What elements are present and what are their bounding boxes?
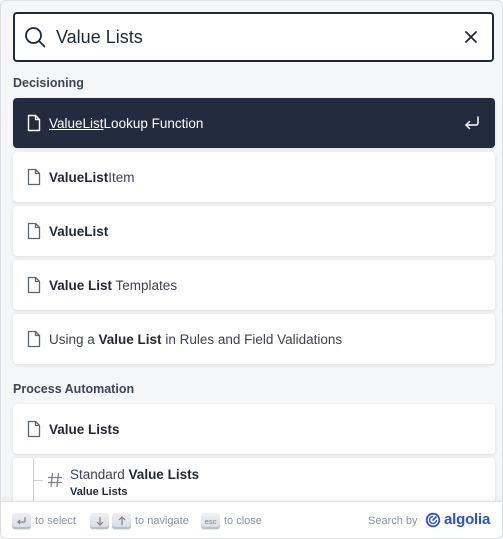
- hit-label: Value Lists: [49, 422, 120, 437]
- hit-label: ValueListLookup Function: [49, 116, 203, 131]
- hit-label-rest: in Rules and Field Validations: [161, 331, 343, 347]
- arrow-up-icon: [112, 513, 131, 529]
- hit-using-value-list-rules[interactable]: Using a Value List in Rules and Field Va…: [13, 314, 495, 364]
- section-title-decisioning: Decisioning: [13, 76, 84, 90]
- hit-value-list-templates[interactable]: Value List Templates: [13, 260, 495, 310]
- hit-standard-value-lists[interactable]: Standard Value Lists Value Lists: [13, 458, 495, 506]
- esc-key: esc: [201, 513, 220, 529]
- algolia-wordmark: algolia: [444, 511, 491, 528]
- hit-value-lists[interactable]: Value Lists: [13, 404, 495, 454]
- hit-highlight: Value Lists: [49, 421, 120, 437]
- document-icon: [25, 328, 43, 350]
- hit-label: ValueListItem: [49, 170, 135, 185]
- hit-label-rest: Lookup Function: [103, 115, 204, 131]
- hash-icon: [45, 470, 65, 490]
- algolia-logo[interactable]: algolia: [425, 511, 490, 528]
- hit-highlight: ValueList: [49, 115, 104, 131]
- search-by-text: Search by: [368, 515, 418, 527]
- document-icon: [25, 274, 43, 296]
- hit-subtitle: Value Lists: [70, 486, 128, 498]
- clear-icon[interactable]: [456, 22, 486, 52]
- search-modal: Decisioning ValueListLookup Function Val…: [0, 0, 503, 539]
- hit-highlight: Value List: [98, 331, 162, 347]
- hit-label: Using a Value List in Rules and Field Va…: [49, 332, 342, 347]
- hit-label-pre: Using a: [49, 331, 99, 347]
- enter-key-icon: [12, 513, 31, 529]
- hit-highlight: ValueList: [49, 223, 109, 239]
- section-title-process-automation: Process Automation: [13, 382, 135, 396]
- arrow-down-icon: [90, 513, 109, 529]
- hit-valuelist[interactable]: ValueList: [13, 206, 495, 256]
- hit-label-rest: Item: [108, 169, 135, 185]
- hit-label: Standard Value Lists: [70, 467, 199, 482]
- search-bar[interactable]: [13, 12, 494, 62]
- search-icon: [24, 26, 46, 48]
- hit-highlight: Value Lists: [128, 467, 200, 482]
- hit-highlight: Value List: [49, 277, 113, 293]
- document-icon: [25, 418, 43, 440]
- footer: to select to navigate esc to close Searc…: [1, 501, 502, 538]
- hit-highlight: ValueList: [49, 169, 109, 185]
- document-icon: [25, 112, 43, 134]
- hit-label: Value List Templates: [49, 278, 177, 293]
- document-icon: [25, 166, 43, 188]
- footer-close-text: to close: [224, 515, 262, 527]
- enter-icon: [463, 114, 481, 132]
- hit-label-pre: Standard: [70, 467, 129, 482]
- hit-label-rest: Templates: [112, 277, 178, 293]
- hit-label: ValueList: [49, 224, 108, 239]
- footer-select-text: to select: [35, 515, 76, 527]
- search-input[interactable]: [56, 22, 456, 52]
- hit-valuelist-lookup-function[interactable]: ValueListLookup Function: [13, 98, 495, 148]
- hit-valuelistitem[interactable]: ValueListItem: [13, 152, 495, 202]
- footer-navigate-text: to navigate: [135, 515, 189, 527]
- document-icon: [25, 220, 43, 242]
- tree-connector: [33, 458, 43, 506]
